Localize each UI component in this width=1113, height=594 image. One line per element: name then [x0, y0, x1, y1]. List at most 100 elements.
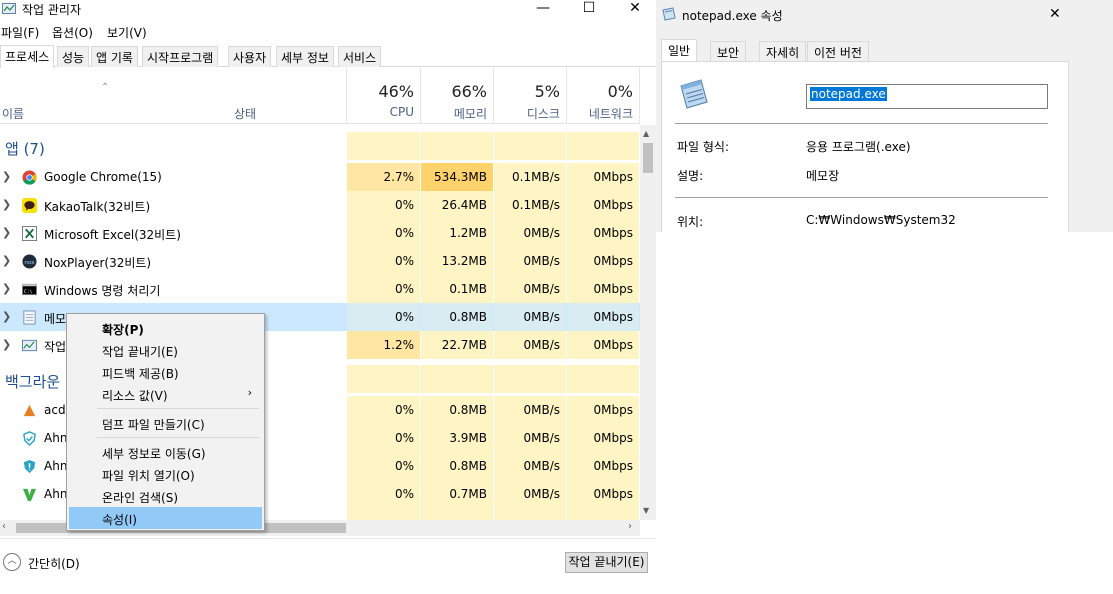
process-row-excel[interactable]: ❯ Microsoft Excel(32비트) 0% 1.2MB 0MB/s 0…	[0, 219, 640, 247]
menu-item-properties[interactable]: 속성(I)	[69, 507, 262, 529]
tab-performance[interactable]: 성능	[57, 46, 90, 67]
excel-icon	[22, 226, 37, 241]
scroll-down-arrow-icon[interactable]: ▼	[643, 506, 649, 515]
ahnlab-v-icon	[22, 488, 37, 502]
tab-users[interactable]: 사용자	[228, 46, 272, 67]
scroll-up-arrow-icon[interactable]: ▲	[643, 129, 649, 138]
tab-previous-versions[interactable]: 이전 버전	[807, 41, 869, 61]
network-cell: 0Mbps	[567, 163, 639, 191]
cpu-cell	[347, 508, 420, 520]
memory-cell: 0.8MB	[421, 303, 493, 331]
network-cell: 0Mbps	[567, 219, 639, 247]
file-type-value: 응용 프로그램(.exe)	[806, 140, 911, 154]
end-task-button[interactable]: 작업 끝내기(E)	[565, 552, 648, 573]
menu-item-label: 리소스 값(V)	[102, 389, 168, 403]
menu-item-create-dump[interactable]: 덤프 파일 만들기(C)	[69, 412, 262, 434]
maximize-button[interactable]: ☐	[566, 0, 612, 20]
chevron-right-icon[interactable]: ❯	[2, 338, 11, 351]
vertical-scroll-thumb[interactable]	[643, 143, 653, 173]
process-row-kakaotalk[interactable]: ❯ KakaoTalk(32비트) 0% 26.4MB 0.1MB/s 0Mbp…	[0, 191, 640, 219]
chevron-right-icon[interactable]: ❯	[2, 198, 11, 211]
chevron-right-icon[interactable]: ❯	[2, 282, 11, 295]
memory-cell: 0.8MB	[421, 396, 493, 424]
process-name: Microsoft Excel(32비트)	[44, 228, 181, 242]
chevron-right-icon[interactable]: ❯	[2, 310, 11, 323]
disk-cell	[494, 508, 566, 520]
minimize-button[interactable]: —	[520, 0, 566, 20]
memory-cell: 534.3MB	[421, 163, 493, 191]
ahnlab-shield-icon	[23, 459, 36, 474]
menu-item-go-to-details[interactable]: 세부 정보로 이동(G)	[69, 441, 262, 463]
process-row-chrome[interactable]: ❯ Google Chrome(15) 2.7% 534.3MB 0.1MB/s…	[0, 163, 640, 191]
process-row-cmd[interactable]: ❯ C:\ Windows 명령 처리기 0% 0.1MB 0MB/s 0Mbp…	[0, 275, 640, 303]
close-button[interactable]: ✕	[612, 0, 658, 20]
tab-general[interactable]: 일반	[661, 39, 698, 62]
disk-cell: 0MB/s	[494, 480, 566, 508]
column-status: 상태	[234, 107, 257, 121]
svg-text:nox: nox	[24, 260, 35, 266]
tab-app-history[interactable]: 앱 기록	[91, 46, 138, 67]
column-header-row: ⌃ 이름 상태 46% CPU 66% 메모리 5% 디스크 0% 네트워크	[0, 68, 640, 124]
tab-processes[interactable]: 프로세스	[0, 45, 55, 68]
disk-cell: 0MB/s	[494, 303, 566, 331]
network-cell: 0Mbps	[567, 480, 639, 508]
chevron-right-icon[interactable]: ❯	[2, 254, 11, 267]
menu-item-feedback[interactable]: 피드백 제공(B)	[69, 361, 262, 383]
group-net-bg	[567, 132, 639, 160]
process-name: NoxPlayer(32비트)	[44, 256, 152, 270]
fewer-details-link[interactable]: 간단히(D)	[28, 555, 80, 572]
menu-item-end-task[interactable]: 작업 끝내기(E)	[69, 339, 262, 361]
kakaotalk-icon	[22, 198, 37, 213]
network-cell: 0Mbps	[567, 331, 639, 359]
tab-startup[interactable]: 시작프로그램	[142, 46, 219, 67]
footer-bar: ︿ 간단히(D) 작업 끝내기(E)	[0, 538, 656, 594]
file-name-field[interactable]: notepad.exe	[806, 84, 1048, 109]
sort-caret-icon: ⌃	[101, 82, 110, 93]
cpu-cell: 0%	[347, 480, 420, 508]
memory-cell: 0.1MB	[421, 275, 493, 303]
acdsee-icon	[23, 404, 36, 417]
cpu-cell: 0%	[347, 396, 420, 424]
window-title: 작업 관리자	[22, 3, 82, 17]
tab-details[interactable]: 자세히	[759, 41, 807, 61]
menu-item-open-file-location[interactable]: 파일 위치 열기(O)	[69, 463, 262, 485]
chevron-up-circle-icon[interactable]: ︿	[3, 553, 21, 571]
menu-options[interactable]: 옵션(O)	[52, 24, 93, 41]
process-name: Windows 명령 처리기	[44, 284, 161, 298]
group-disk-bg	[494, 132, 566, 160]
tab-services[interactable]: 서비스	[338, 46, 382, 67]
tab-security[interactable]: 보안	[710, 41, 747, 61]
scroll-right-arrow-icon[interactable]: ›	[628, 521, 632, 532]
process-row-noxplayer[interactable]: ❯ nox NoxPlayer(32비트) 0% 13.2MB 0MB/s 0M…	[0, 247, 640, 275]
vertical-scrollbar[interactable]: ▲ ▼	[640, 125, 656, 520]
close-icon[interactable]: ✕	[1049, 6, 1061, 22]
chevron-right-icon[interactable]: ❯	[2, 170, 11, 183]
column-memory[interactable]: 66% 메모리	[421, 68, 494, 124]
tab-details[interactable]: 세부 정보	[276, 46, 334, 67]
group-mem-bg	[421, 132, 493, 160]
menu-view[interactable]: 보기(V)	[107, 24, 147, 41]
group-net-bg	[567, 365, 639, 393]
column-name[interactable]: 이름	[2, 105, 24, 122]
memory-cell: 3.9MB	[421, 424, 493, 452]
disk-cell: 0.1MB/s	[494, 191, 566, 219]
column-network[interactable]: 0% 네트워크	[567, 68, 640, 124]
task-manager-app-icon	[2, 3, 16, 14]
memory-cell: 22.7MB	[421, 331, 493, 359]
scroll-left-arrow-icon[interactable]: ‹	[2, 521, 6, 532]
column-status-cell[interactable]: 상태	[229, 68, 347, 124]
network-cell: 0Mbps	[567, 396, 639, 424]
disk-cell: 0MB/s	[494, 331, 566, 359]
column-disk[interactable]: 5% 디스크	[494, 68, 567, 124]
memory-cell: 0.7MB	[421, 480, 493, 508]
chevron-right-icon[interactable]: ❯	[2, 226, 11, 239]
menu-item-search-online[interactable]: 온라인 검색(S)	[69, 485, 262, 507]
menu-item-expand[interactable]: 확장(P)	[69, 317, 262, 339]
menu-item-resource-values[interactable]: 리소스 값(V) ›	[69, 383, 262, 405]
column-cpu[interactable]: 46% CPU	[347, 68, 421, 124]
menu-file[interactable]: 파일(F)	[1, 24, 39, 41]
divider	[675, 123, 1048, 124]
ahnlab-shield-icon	[23, 431, 36, 446]
network-cell: 0Mbps	[567, 247, 639, 275]
group-label-apps: 앱 (7)	[5, 140, 45, 158]
